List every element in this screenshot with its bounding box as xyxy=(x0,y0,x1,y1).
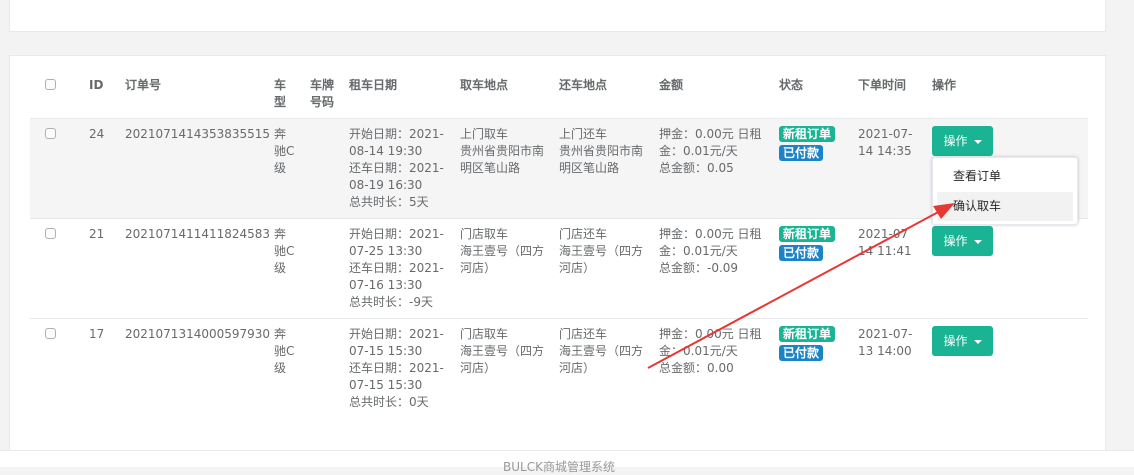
status-badge-paid: 已付款 xyxy=(779,345,824,361)
header-pickup: 取车地点 xyxy=(460,78,509,92)
pickup-location: 上门取车 贵州省贵阳市南 明区笔山路 xyxy=(460,127,545,175)
pickup-location: 门店取车 海王壹号（四方 河店） xyxy=(460,227,545,275)
status-badge-new: 新租订单 xyxy=(779,126,836,142)
header-status: 状态 xyxy=(779,78,804,92)
action-button-label: 操作 xyxy=(943,334,968,348)
header-plate: 车牌 号码 xyxy=(310,78,335,109)
rent-dates: 开始日期：2021- 07-25 13:30 还车日期：2021- 07-16 13:… xyxy=(349,227,444,309)
row-checkbox[interactable] xyxy=(45,128,56,139)
header-order-time: 下单时间 xyxy=(858,78,907,92)
rent-dates: 开始日期：2021- 08-14 19:30 还车日期：2021- 08-19 16:… xyxy=(349,127,444,209)
action-dropdown-menu: 查看订单 确认取车 xyxy=(932,157,1078,225)
header-action: 操作 xyxy=(932,78,957,92)
header-car-type: 车型 xyxy=(274,78,287,109)
select-all-checkbox[interactable] xyxy=(45,79,56,90)
top-panel xyxy=(9,0,1106,32)
return-location: 上门还车 贵州省贵阳市南 明区笔山路 xyxy=(559,127,644,175)
status-badge-paid: 已付款 xyxy=(779,245,824,261)
return-location: 门店还车 海王壹号（四方 河店） xyxy=(559,327,644,375)
caret-down-icon xyxy=(973,239,982,244)
order-id: 24 xyxy=(89,127,105,141)
header-return: 还车地点 xyxy=(559,78,608,92)
order-id: 17 xyxy=(89,327,105,341)
action-dropdown-button[interactable]: 操作 xyxy=(932,326,993,356)
order-time: 2021-07- 14 14:35 xyxy=(858,127,913,158)
action-dropdown-button[interactable]: 操作 xyxy=(932,226,993,256)
caret-down-icon xyxy=(973,339,982,344)
action-button-label: 操作 xyxy=(943,234,968,248)
return-location: 门店还车 海王壹号（四方 河店） xyxy=(559,227,644,275)
status-badge-new: 新租订单 xyxy=(779,226,836,242)
order-time: 2021-07 14 11:41 xyxy=(858,227,912,258)
footer-text: BULCK商城管理系统 xyxy=(503,460,615,474)
row-checkbox[interactable] xyxy=(45,328,56,339)
status-badge-paid: 已付款 xyxy=(779,145,824,161)
header-order-no: 订单号 xyxy=(125,78,162,92)
order-number: 2021071414353835515 xyxy=(125,127,271,141)
rent-dates: 开始日期：2021- 07-15 15:30 还车日期：2021- 07-15 15:… xyxy=(349,327,444,409)
car-type: 奔驰C 级 xyxy=(274,227,295,275)
row-divider xyxy=(30,218,1088,219)
row-checkbox[interactable] xyxy=(45,228,56,239)
action-button-label: 操作 xyxy=(943,134,968,148)
menu-item-confirm-pickup[interactable]: 确认取车 xyxy=(937,192,1073,221)
header-rent-date: 租车日期 xyxy=(349,78,398,92)
row-divider xyxy=(30,318,1088,319)
order-number: 2021071314000597930 xyxy=(125,327,271,341)
header-divider xyxy=(30,118,1088,119)
status-badge-new: 新租订单 xyxy=(779,326,836,342)
order-time: 2021-07- 13 14:00 xyxy=(858,327,913,358)
action-dropdown-button[interactable]: 操作 xyxy=(932,126,993,156)
order-number: 2021071411411824583 xyxy=(125,227,271,241)
header-amount: 金额 xyxy=(659,78,684,92)
amount-info: 押金：0.00元 日租 金：0.01元/天 总金额：0.00 xyxy=(659,327,762,375)
car-type: 奔驰C 级 xyxy=(274,127,295,175)
header-id: ID xyxy=(89,78,104,92)
caret-down-icon xyxy=(973,139,982,144)
amount-info: 押金：0.00元 日租 金：0.01元/天 总金额：-0.09 xyxy=(659,227,762,275)
menu-item-view-order[interactable]: 查看订单 xyxy=(937,162,1073,191)
pickup-location: 门店取车 海王壹号（四方 河店） xyxy=(460,327,545,375)
amount-info: 押金：0.00元 日租 金：0.01元/天 总金额：0.05 xyxy=(659,127,762,175)
car-type: 奔驰C 级 xyxy=(274,327,295,375)
order-id: 21 xyxy=(89,227,105,241)
